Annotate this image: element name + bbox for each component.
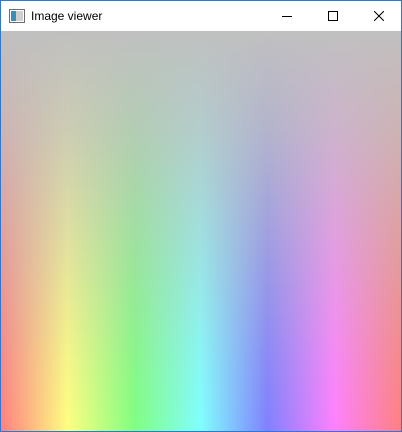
close-button[interactable] — [356, 1, 401, 31]
image-canvas — [1, 31, 401, 431]
minimize-icon — [282, 11, 292, 21]
window-title: Image viewer — [31, 9, 103, 23]
titlebar[interactable]: Image viewer — [1, 1, 401, 31]
image-viewer-window: Image viewer — [0, 0, 402, 432]
maximize-icon — [328, 11, 338, 21]
minimize-button[interactable] — [264, 1, 310, 31]
app-icon — [9, 9, 25, 23]
maximize-button[interactable] — [310, 1, 356, 31]
close-icon — [374, 11, 384, 21]
